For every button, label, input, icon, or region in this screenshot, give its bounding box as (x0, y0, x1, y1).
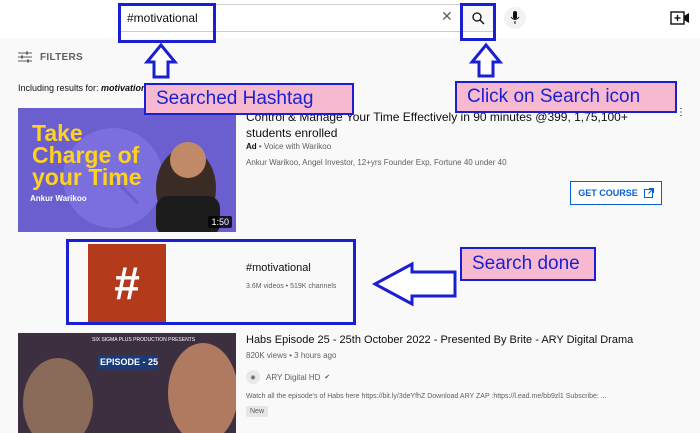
ad-channel[interactable]: • Voice with Warikoo (257, 142, 331, 151)
channel-avatar[interactable]: ◉ (246, 370, 260, 384)
annotation-search-button-outline (460, 3, 496, 41)
including-results-text: Including results for: motivational (18, 83, 155, 93)
mic-button[interactable] (504, 7, 526, 29)
annotation-hashtag-result-outline (66, 239, 356, 325)
thumbnail-episode: EPISODE - 25 (100, 357, 159, 367)
video-views: 820K views • 3 hours ago (246, 351, 337, 360)
external-link-icon (643, 188, 654, 198)
close-icon[interactable]: ✕ (441, 8, 453, 25)
thumbnail-title: Take Charge of your Time (32, 120, 142, 190)
ad-description: Ankur Warikoo, Angel Investor, 12+yrs Fo… (246, 158, 507, 167)
new-badge: New (246, 406, 269, 417)
annotation-label-search-done: Search done (460, 247, 596, 281)
video-thumbnail[interactable]: SIX SIGMA PLUS PRODUCTION PRESENTS EPISO… (18, 333, 236, 433)
filters-button[interactable]: FILTERS (18, 50, 83, 64)
drama-thumbnail-art (18, 333, 236, 433)
video-title[interactable]: Habs Episode 25 - 25th October 2022 - Pr… (246, 334, 633, 346)
annotation-search-box-outline (118, 3, 216, 43)
video-channel[interactable]: ◉ ARY Digital HD ✔ (246, 370, 330, 384)
ad-meta: Ad • Voice with Warikoo (246, 142, 331, 151)
sliders-icon (18, 51, 32, 63)
thumbnail-banner: SIX SIGMA PLUS PRODUCTION PRESENTS (92, 337, 196, 343)
thumbnail-name: Ankur Warikoo (30, 194, 87, 203)
ad-thumbnail[interactable]: Take Charge of your Time Ankur Warikoo 1… (18, 108, 236, 232)
duration-badge: 1:50 (208, 216, 232, 228)
create-video-icon[interactable] (670, 10, 690, 26)
mic-icon (510, 11, 520, 24)
channel-name[interactable]: ARY Digital HD (266, 373, 320, 382)
more-options-icon[interactable]: ⋮ (676, 108, 686, 118)
filters-label: FILTERS (40, 51, 84, 63)
annotation-label-searched-hashtag: Searched Hashtag (144, 83, 354, 115)
ad-badge: Ad (246, 142, 257, 151)
video-description: Watch all the episode's of Habs here htt… (246, 393, 607, 400)
annotation-label-click-search: Click on Search icon (455, 81, 677, 113)
get-course-button[interactable]: GET COURSE (570, 181, 662, 205)
verified-icon: ✔ (324, 374, 331, 381)
